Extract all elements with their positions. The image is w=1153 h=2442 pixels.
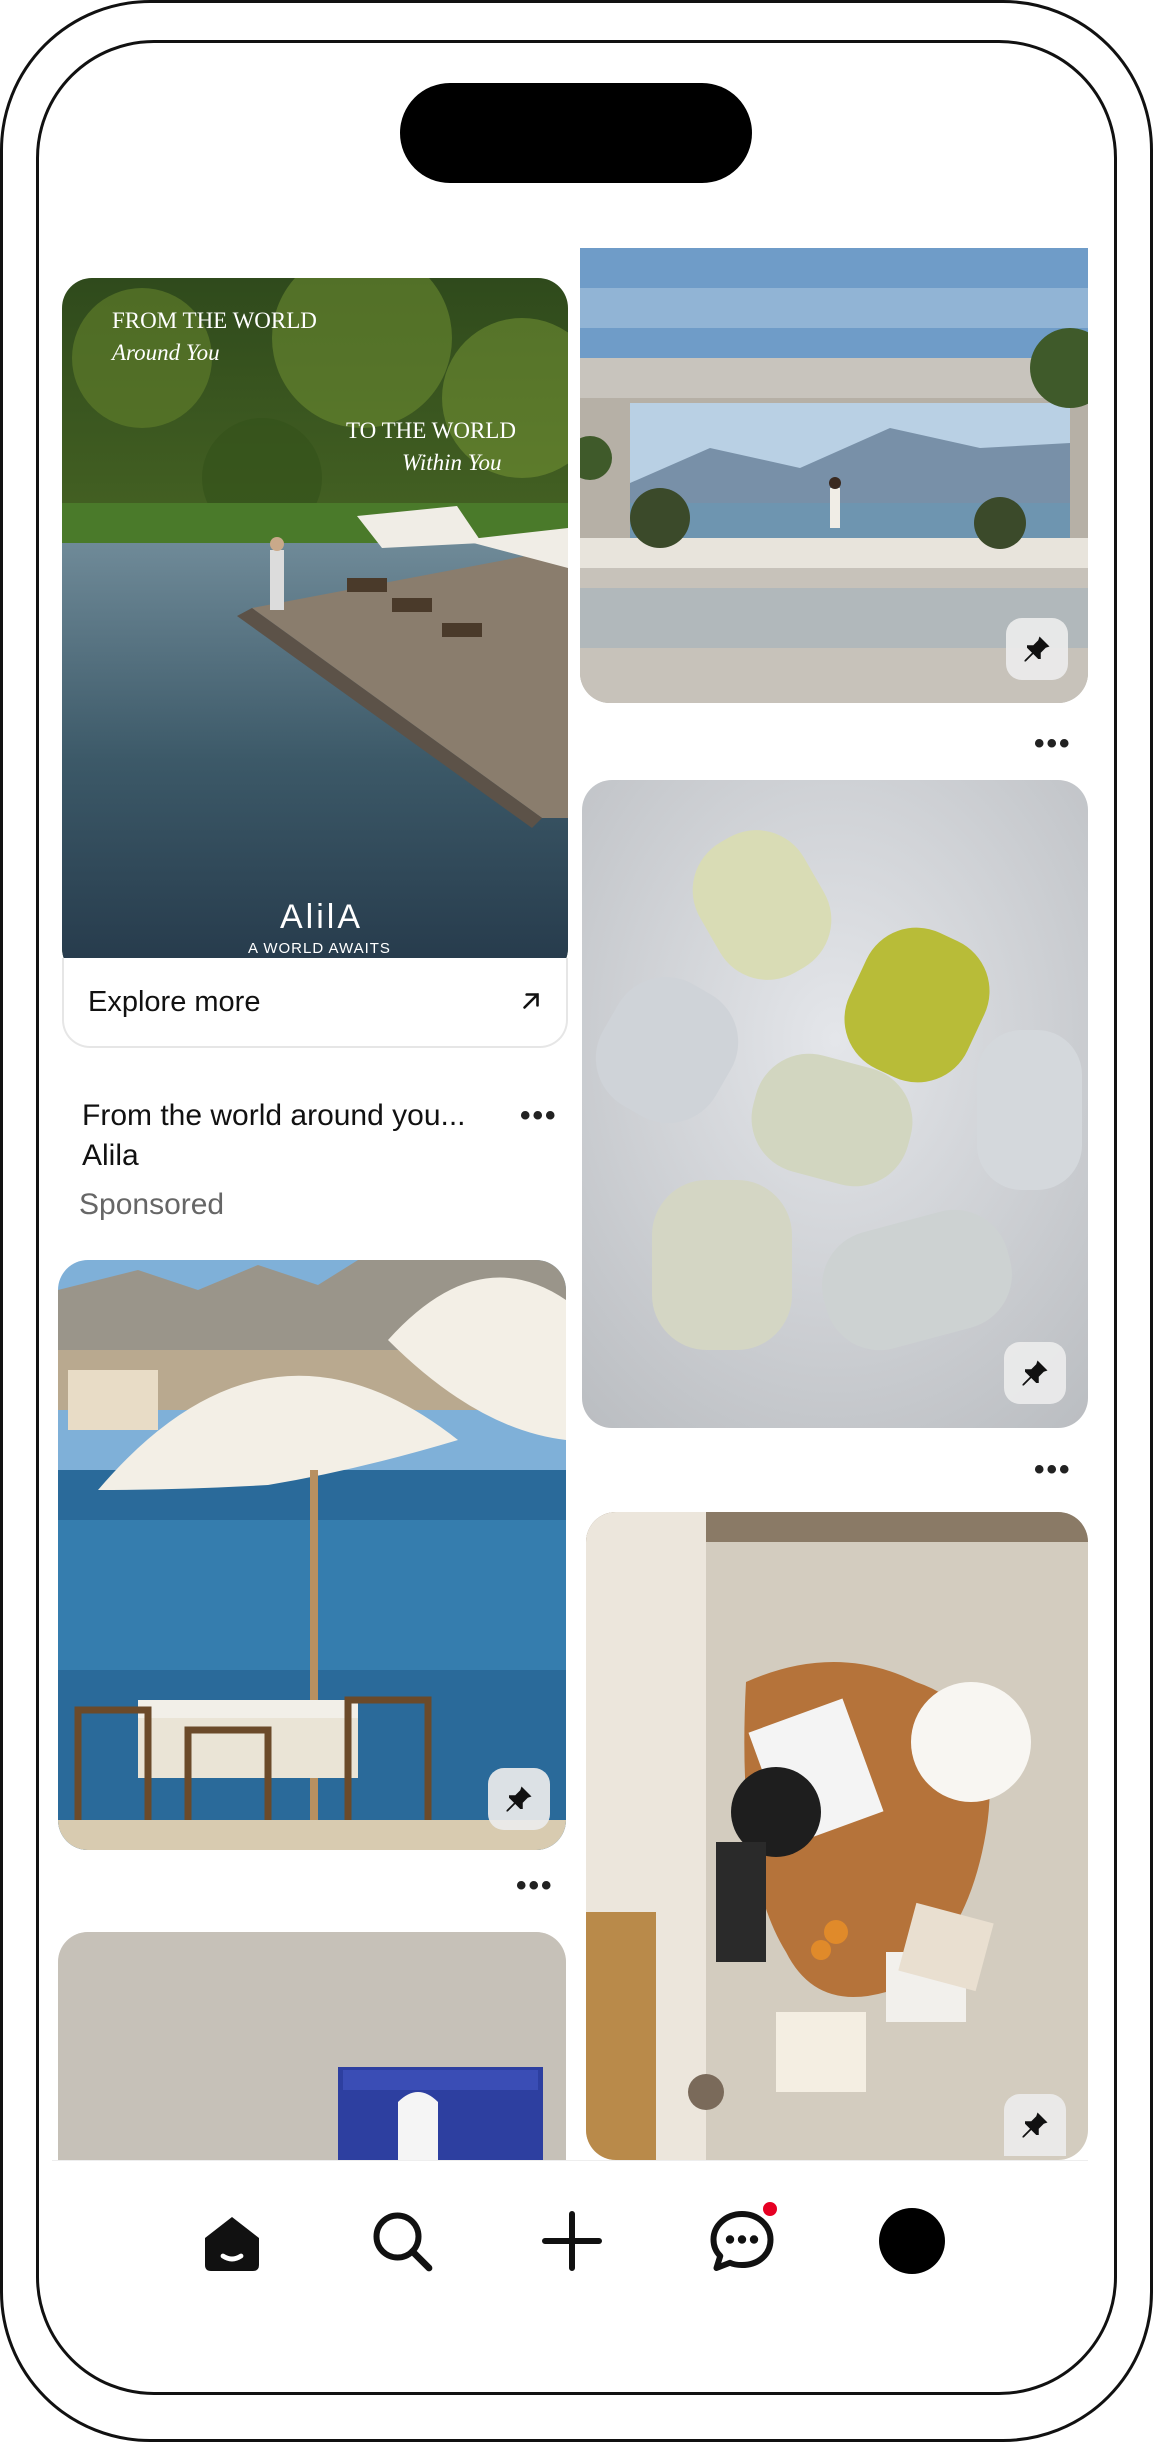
ad-pin-title[interactable]: From the world around you... <box>82 1096 522 1136</box>
pushpin-icon <box>1022 2112 1048 2138</box>
pin-villa-pool-more-button[interactable]: ••• <box>1034 729 1072 759</box>
avatar <box>879 2208 945 2274</box>
brand-tagline: A WORLD AWAITS <box>248 940 391 957</box>
pushpin-icon <box>1024 636 1050 662</box>
brand-logo: AlilA <box>280 898 364 936</box>
bottom-tab-bar <box>52 2160 1088 2320</box>
pin-beach-umbrella-save-button[interactable] <box>488 1768 550 1830</box>
pin-living-room-save-button[interactable] <box>1004 2094 1066 2156</box>
home-icon <box>205 2217 259 2271</box>
arrow-up-right-icon <box>523 993 539 1009</box>
ad-pin-more-button[interactable]: ••• <box>520 1101 558 1131</box>
explore-more-label: Explore more <box>88 986 261 1018</box>
ad-pin-image[interactable] <box>62 278 568 978</box>
pin-living-room-image[interactable] <box>586 1512 1088 2160</box>
tab-messages[interactable] <box>700 2199 784 2283</box>
pin-feed[interactable]: FROM THE WORLD Around You TO THE WORLD W… <box>52 248 1088 2160</box>
ad-overlay-line3: TO THE WORLD <box>346 418 516 443</box>
pin-bottles-image[interactable] <box>582 780 1088 1428</box>
pin-villa-pool-save-button[interactable] <box>1006 618 1068 680</box>
sponsored-label: Sponsored <box>79 1188 225 1221</box>
plus-icon <box>542 2211 602 2271</box>
pushpin-icon <box>506 1786 532 1812</box>
search-icon <box>373 2212 433 2272</box>
pin-beach-umbrella-more-button[interactable]: ••• <box>516 1871 554 1901</box>
tab-create[interactable] <box>530 2199 614 2283</box>
pin-beach-umbrella-image[interactable] <box>58 1260 566 1850</box>
tab-search[interactable] <box>360 2199 444 2283</box>
tab-home[interactable] <box>190 2199 274 2283</box>
pin-bottles-more-button[interactable]: ••• <box>1034 1455 1072 1485</box>
notification-dot <box>760 2199 780 2219</box>
ad-overlay-line2: Around You <box>112 340 220 365</box>
tab-profile[interactable] <box>870 2199 954 2283</box>
explore-more-button[interactable]: Explore more <box>62 958 568 1048</box>
dynamic-island <box>400 83 752 183</box>
pin-bottles-save-button[interactable] <box>1004 1342 1066 1404</box>
pushpin-icon <box>1022 1360 1048 1386</box>
ad-overlay-line4: Within You <box>402 450 502 475</box>
ad-advertiser[interactable]: Alila <box>82 1136 139 1176</box>
ad-overlay-line1: FROM THE WORLD <box>112 308 317 333</box>
pin-blue-box-image[interactable] <box>58 1932 566 2160</box>
